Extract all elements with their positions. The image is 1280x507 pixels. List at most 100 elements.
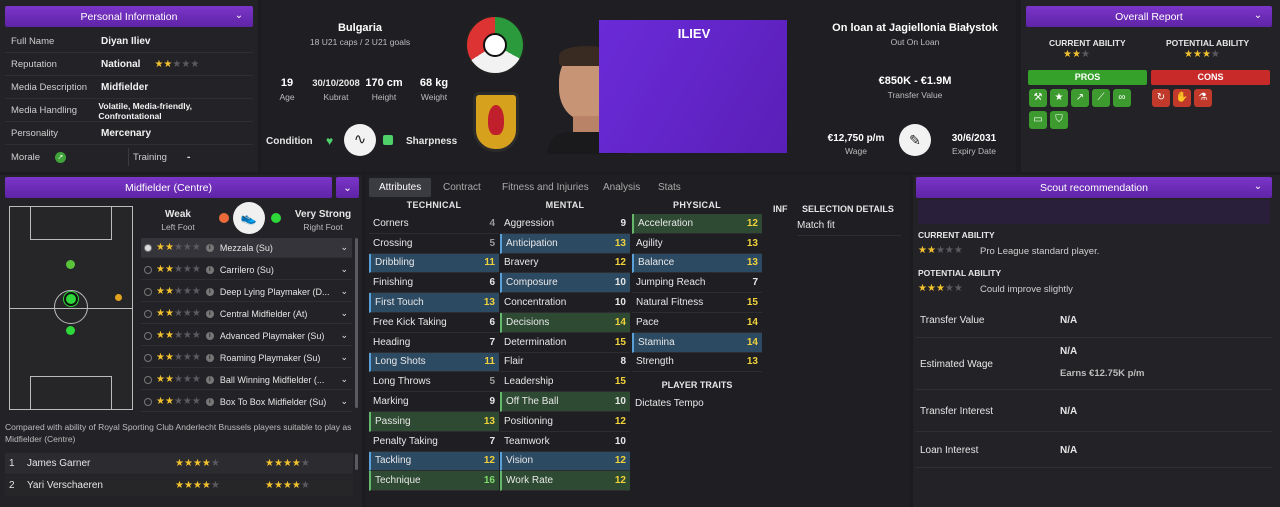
club-logo[interactable] — [473, 92, 519, 152]
star-icon[interactable]: ★ — [1050, 89, 1068, 107]
role-radio[interactable] — [144, 353, 152, 362]
attribute-row[interactable]: Leadership 15 — [500, 372, 630, 393]
attribute-row[interactable]: Dribbling 11 — [369, 253, 499, 274]
attribute-row[interactable]: Flair 8 — [500, 353, 630, 373]
attribute-row[interactable]: Vision 12 — [500, 451, 630, 472]
attribute-row[interactable]: Strength 13 — [632, 353, 762, 373]
chevron-down-icon[interactable]: ⌄ — [232, 9, 246, 23]
national-team-logo[interactable] — [465, 15, 525, 75]
personal-value[interactable]: Diyan Iliev — [101, 36, 150, 47]
attribute-row[interactable]: Acceleration 12 — [632, 214, 762, 234]
attribute-row[interactable]: Determination 15 — [500, 333, 630, 353]
attribute-row[interactable]: Composure 10 — [500, 273, 630, 294]
role-row[interactable]: ★★★★★ i Mezzala (Su) ⌄ — [141, 238, 352, 258]
info-icon[interactable]: i — [205, 331, 214, 340]
attribute-row[interactable]: Positioning 12 — [500, 412, 630, 432]
role-radio[interactable] — [144, 309, 152, 318]
overall-report-header[interactable]: Overall Report ⌄ — [1026, 6, 1272, 27]
tab-contract[interactable]: Contract — [437, 178, 487, 197]
info-icon[interactable]: i — [205, 309, 214, 318]
attribute-row[interactable]: Jumping Reach 7 — [632, 273, 762, 294]
attribute-row[interactable]: Heading 7 — [369, 333, 499, 353]
attribute-row[interactable]: Balance 13 — [632, 253, 762, 274]
hand-icon[interactable]: ✋ — [1173, 89, 1191, 107]
chevron-down-icon[interactable]: ⌄ — [340, 352, 348, 363]
contract-icon[interactable]: ✎ — [899, 124, 931, 156]
attribute-row[interactable]: Long Throws 5 — [369, 372, 499, 393]
tab-analysis[interactable]: Analysis — [597, 178, 646, 197]
compare-row[interactable]: 2 Yari Verschaeren ★★★★★ ★★★★★ — [5, 475, 353, 496]
attribute-row[interactable]: Penalty Taking 7 — [369, 432, 499, 452]
info-icon[interactable]: i — [205, 265, 214, 274]
chevron-down-icon[interactable]: ⌄ — [340, 264, 348, 275]
info-icon[interactable]: i — [205, 375, 214, 384]
compare-scrollbar[interactable] — [355, 454, 358, 470]
attribute-row[interactable]: Crossing 5 — [369, 234, 499, 254]
trend-icon[interactable]: ↗ — [1071, 89, 1089, 107]
attribute-row[interactable]: Agility 13 — [632, 234, 762, 254]
attribute-row[interactable]: Passing 13 — [369, 411, 499, 432]
attribute-row[interactable]: Off The Ball 10 — [500, 392, 630, 412]
role-radio[interactable] — [144, 331, 152, 340]
attribute-row[interactable]: First Touch 13 — [369, 293, 499, 313]
attribute-row[interactable]: Pace 14 — [632, 313, 762, 333]
info-icon[interactable]: i — [205, 397, 214, 406]
boot-icon[interactable]: ⟋ — [1092, 89, 1110, 107]
loan-club[interactable]: On loan at Jagiellonia Białystok — [812, 22, 1018, 34]
attribute-row[interactable]: Stamina 14 — [632, 332, 762, 353]
role-row[interactable]: ★★★★★ i Deep Lying Playmaker (D... ⌄ — [141, 282, 352, 302]
attribute-row[interactable]: Natural Fitness 15 — [632, 293, 762, 313]
pulse-icon[interactable]: ∿ — [344, 124, 376, 156]
scout-header[interactable]: Scout recommendation ⌄ — [916, 177, 1272, 198]
role-row[interactable]: ★★★★★ i Roaming Playmaker (Su) ⌄ — [141, 348, 352, 368]
chevron-down-icon[interactable]: ⌄ — [340, 286, 348, 297]
chevron-down-icon[interactable]: ⌄ — [340, 374, 348, 385]
flask-icon[interactable]: ⚗ — [1194, 89, 1212, 107]
info-icon[interactable]: i — [205, 353, 214, 362]
attribute-row[interactable]: Free Kick Taking 6 — [369, 313, 499, 333]
role-row[interactable]: ★★★★★ i Box To Box Midfielder (Su) ⌄ — [141, 392, 352, 412]
position-dropdown[interactable]: ⌄ — [336, 177, 359, 198]
shield-icon[interactable]: ⛉ — [1050, 111, 1068, 129]
attribute-row[interactable]: Marking 9 — [369, 392, 499, 412]
tab-attributes[interactable]: Attributes — [369, 178, 432, 197]
info-icon[interactable]: i — [205, 243, 214, 252]
role-radio[interactable] — [144, 375, 152, 384]
attribute-row[interactable]: Corners 4 — [369, 214, 499, 234]
attribute-row[interactable]: Decisions 14 — [500, 312, 630, 333]
role-row[interactable]: ★★★★★ i Ball Winning Midfielder (... ⌄ — [141, 370, 352, 390]
chevron-down-icon[interactable]: ⌄ — [1251, 9, 1265, 23]
attribute-row[interactable]: Technique 16 — [369, 471, 499, 492]
attribute-row[interactable]: Anticipation 13 — [500, 233, 630, 254]
role-radio[interactable] — [144, 397, 152, 406]
chevron-down-icon[interactable]: ⌄ — [340, 242, 348, 253]
attribute-row[interactable]: Concentration 10 — [500, 293, 630, 313]
role-radio[interactable] — [144, 265, 152, 274]
position-dot-amc[interactable] — [66, 326, 75, 335]
position-header[interactable]: Midfielder (Centre) — [5, 177, 332, 198]
player-trait[interactable]: Dictates Tempo — [635, 398, 704, 409]
nation-name[interactable]: Bulgaria — [290, 22, 430, 34]
wrench-icon[interactable]: ⚒ — [1029, 89, 1047, 107]
chevron-down-icon[interactable]: ⌄ — [340, 330, 348, 341]
link-icon[interactable]: ∞ — [1113, 89, 1131, 107]
position-dot-dm[interactable] — [66, 260, 75, 269]
chevron-down-icon[interactable]: ⌄ — [1251, 180, 1265, 194]
position-dot-mr[interactable] — [115, 294, 122, 301]
role-row[interactable]: ★★★★★ i Carrilero (Su) ⌄ — [141, 260, 352, 280]
personal-info-header[interactable]: Personal Information ⌄ — [5, 6, 253, 27]
attribute-row[interactable]: Work Rate 12 — [500, 471, 630, 492]
tab-fitness-and-injuries[interactable]: Fitness and Injuries — [496, 178, 595, 197]
tab-stats[interactable]: Stats — [652, 178, 687, 197]
chevron-down-icon[interactable]: ⌄ — [340, 308, 348, 319]
attribute-row[interactable]: Aggression 9 — [500, 214, 630, 234]
attribute-row[interactable]: Tackling 12 — [369, 451, 499, 472]
info-icon[interactable]: i — [205, 287, 214, 296]
compare-row[interactable]: 1 James Garner ★★★★★ ★★★★★ — [5, 453, 353, 474]
position-dot-mc[interactable] — [64, 292, 78, 306]
attribute-row[interactable]: Teamwork 10 — [500, 432, 630, 452]
role-row[interactable]: ★★★★★ i Central Midfielder (At) ⌄ — [141, 304, 352, 324]
attribute-row[interactable]: Finishing 6 — [369, 273, 499, 294]
role-row[interactable]: ★★★★★ i Advanced Playmaker (Su) ⌄ — [141, 326, 352, 346]
boots-icon[interactable]: 👟 — [233, 202, 265, 234]
